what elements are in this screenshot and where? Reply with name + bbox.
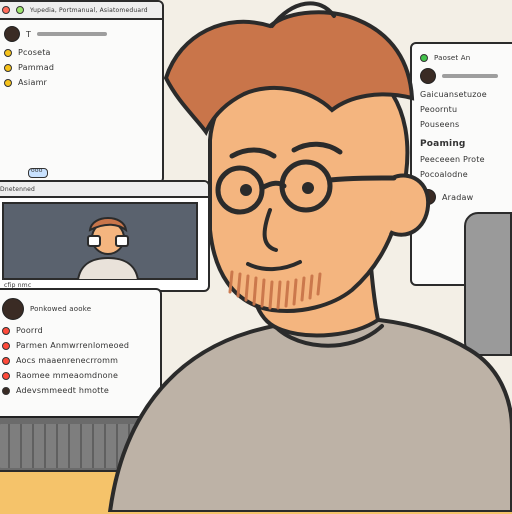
left-video-header-text: Dnetenned [0, 185, 36, 193]
status-dot-icon [4, 63, 12, 72]
avatar-icon [420, 68, 436, 84]
status-dot-icon [4, 48, 12, 57]
right-top-line-text: Aradaw [442, 192, 474, 202]
character-nose [262, 208, 278, 252]
right-top-text-block: Poaming [420, 139, 512, 149]
left-bottom-row-text: Poorrd [16, 326, 43, 335]
left-bottom-row-1[interactable]: Poorrd [2, 326, 152, 335]
status-dot-icon [2, 326, 10, 335]
left-top-row-avatar: T [4, 26, 154, 42]
left-top-title-line [37, 32, 108, 36]
character-mouth [246, 260, 302, 271]
character-face [208, 52, 410, 313]
right-top-line-text: Gaicuansetuzoe [420, 90, 487, 99]
right-top-line-2: Pouseens [420, 120, 512, 129]
right-top-header: Paoset An [420, 54, 512, 62]
character-eyebrow-right [291, 141, 343, 155]
left-top-item-2[interactable]: Pammad [4, 63, 154, 72]
left-bottom-row-2[interactable]: Parmen Anmwrrenlomeoed [2, 341, 152, 350]
left-top-item-1[interactable]: Pcoseta [4, 48, 154, 57]
left-bottom-row-text: Adevsmmeedt hmotte [16, 386, 109, 395]
desk-surface [0, 470, 512, 514]
right-top-line-text: Peeceeen Prote [420, 155, 485, 164]
right-top-line-text: Pouseens [420, 120, 460, 129]
left-top-item-label: Asiamr [18, 78, 48, 87]
left-top-header-text: Yupedia, Portmanual, Asiatomeduard [30, 6, 148, 14]
character-collar [268, 318, 384, 348]
minimize-dot-icon[interactable] [16, 6, 24, 14]
right-top-line-text: Peoorntu [420, 105, 458, 114]
right-top-line-0: Gaicuansetuzoe [420, 90, 512, 99]
left-top-item-label: Pammad [18, 63, 55, 72]
avatar-icon [2, 298, 24, 320]
character-hair-tuft [270, 1, 336, 28]
right-top-line-text: Poaming [420, 139, 466, 149]
office-chair [464, 212, 512, 356]
character-neck [243, 254, 381, 338]
status-dot-icon [2, 341, 10, 350]
right-top-line-4: Peeceeen Prote [420, 155, 512, 164]
left-bottom-window: Ponkowed aooke Poorrd Parmen Anmwrrenlom… [0, 288, 162, 422]
close-dot-icon[interactable] [2, 6, 10, 14]
right-top-avatar-row-2: Aradaw [420, 189, 512, 205]
left-top-title: T [26, 29, 32, 39]
avatar-icon [4, 26, 20, 42]
status-dot-icon [2, 386, 10, 395]
character-hair [163, 10, 415, 137]
left-bottom-row-5[interactable]: Adevsmmeedt hmotte [2, 386, 152, 395]
left-top-item-label: Pcoseta [18, 48, 51, 57]
online-dot-icon [420, 54, 428, 62]
left-bottom-row-text: Parmen Anmwrrenlomeoed [16, 341, 130, 350]
left-top-pill-text: ooo [31, 167, 43, 174]
left-top-window: Yupedia, Portmanual, Asiatomeduard T Pco… [0, 0, 164, 184]
glasses-icon [215, 159, 397, 215]
right-top-header-text: Paoset An [434, 54, 471, 62]
keyboard-keys [0, 424, 176, 468]
left-video-titlebar: Dnetenned [0, 182, 208, 198]
status-dot-icon [4, 78, 12, 87]
left-bottom-row-text: Raomee mmeaomdnone [16, 371, 119, 380]
left-top-item-3[interactable]: Asiamr [4, 78, 154, 87]
right-top-line-text: Pocoalodne [420, 170, 468, 179]
right-top-line-5: Pocoalodne [420, 170, 512, 179]
character-beard [228, 270, 322, 310]
right-top-avatar-line [442, 74, 498, 78]
character-eyebrow-left [229, 147, 277, 159]
keyboard [0, 416, 184, 476]
left-bottom-row-4[interactable]: Raomee mmeaomdnone [2, 371, 152, 380]
left-bottom-caption: Ponkowed aooke [30, 305, 92, 313]
status-dot-icon [2, 356, 10, 365]
status-dot-icon [2, 371, 10, 380]
left-video-window: Dnetenned cfip nmc [0, 180, 210, 292]
left-bottom-row-3[interactable]: Aocs maaenrenecrromm [2, 356, 152, 365]
left-top-titlebar: Yupedia, Portmanual, Asiatomeduard [0, 2, 162, 20]
left-bottom-header: Ponkowed aooke [2, 298, 152, 320]
right-top-avatar-row [420, 68, 512, 84]
right-top-line-1: Peoorntu [420, 105, 512, 114]
left-bottom-row-text: Aocs maaenrenecrromm [16, 356, 119, 365]
avatar-icon [420, 189, 436, 205]
video-person [76, 217, 140, 280]
